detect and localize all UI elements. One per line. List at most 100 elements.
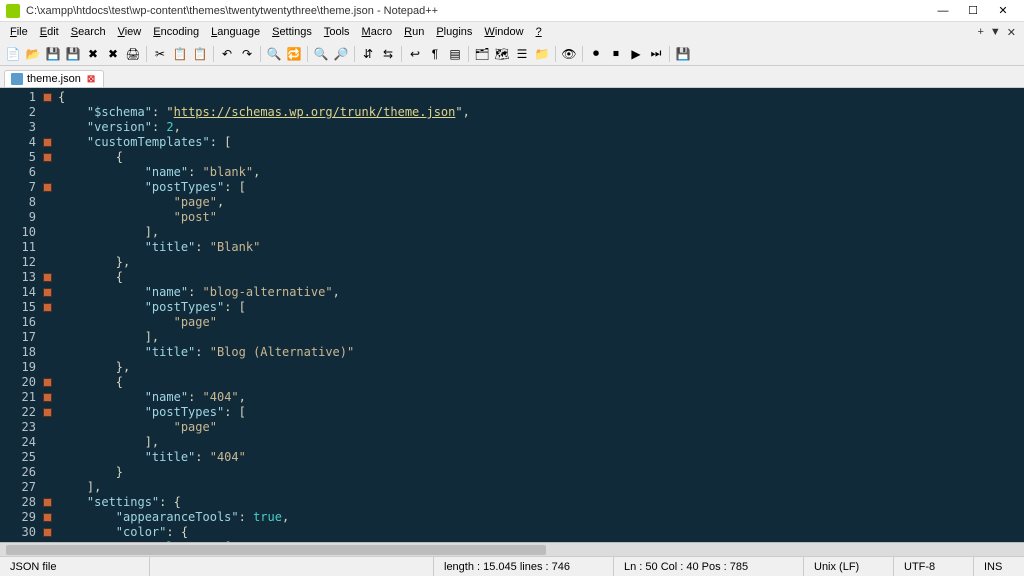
fold-marker[interactable] [40,195,54,210]
fold-marker[interactable] [40,375,54,390]
toolbar-monitor-icon[interactable]: 👁 [560,45,578,63]
code-line[interactable]: "name": "404", [58,390,1024,405]
close-button[interactable]: ✕ [988,1,1018,21]
code-line[interactable]: ], [58,435,1024,450]
code-line[interactable]: "postTypes": [ [58,180,1024,195]
fold-marker[interactable] [40,450,54,465]
code-line[interactable]: { [58,90,1024,105]
tab-theme-json[interactable]: theme.json ⊠ [4,70,104,87]
fold-marker[interactable] [40,510,54,525]
menu-search[interactable]: Search [65,24,112,40]
menu-macro[interactable]: Macro [356,24,399,40]
code-line[interactable]: "$schema": "https://schemas.wp.org/trunk… [58,105,1024,120]
toolbar-sync-v-icon[interactable]: ⇵ [359,45,377,63]
fold-marker[interactable] [40,495,54,510]
toolbar-save-icon[interactable]: 💾 [44,45,62,63]
toolbar-macro-save-icon[interactable]: 💾 [674,45,692,63]
fold-marker[interactable] [40,150,54,165]
menu-file[interactable]: File [4,24,34,40]
code-line[interactable]: { [58,150,1024,165]
fold-marker[interactable] [40,165,54,180]
code-line[interactable]: "name": "blank", [58,165,1024,180]
extra-plus-icon[interactable]: + [977,26,983,39]
code-line[interactable]: }, [58,255,1024,270]
toolbar-doc-map-icon[interactable]: 🗺 [493,45,511,63]
code-line[interactable]: "customTemplates": [ [58,135,1024,150]
code-line[interactable]: } [58,465,1024,480]
menu-language[interactable]: Language [205,24,266,40]
fold-marker[interactable] [40,420,54,435]
fold-marker[interactable] [40,180,54,195]
fold-marker[interactable] [40,285,54,300]
menu-run[interactable]: Run [398,24,430,40]
toolbar-print-icon[interactable]: 🖨 [124,45,142,63]
menu-[interactable]: ? [530,24,548,40]
code-line[interactable]: "name": "blog-alternative", [58,285,1024,300]
fold-marker[interactable] [40,360,54,375]
code-line[interactable]: "color": { [58,525,1024,540]
code-line[interactable]: "settings": { [58,495,1024,510]
menu-edit[interactable]: Edit [34,24,65,40]
toolbar-replace-icon[interactable]: 🔁 [285,45,303,63]
toolbar-func-list-icon[interactable]: ☰ [513,45,531,63]
fold-marker[interactable] [40,120,54,135]
toolbar-folder-icon[interactable]: 📁 [533,45,551,63]
code-line[interactable]: "title": "404" [58,450,1024,465]
horizontal-scrollbar[interactable] [0,542,1024,556]
code-line[interactable]: "postTypes": [ [58,300,1024,315]
code-line[interactable]: ], [58,225,1024,240]
tab-close-icon[interactable]: ⊠ [85,74,97,85]
code-line[interactable]: "version": 2, [58,120,1024,135]
code-line[interactable]: ], [58,330,1024,345]
code-line[interactable]: ], [58,480,1024,495]
scrollbar-thumb[interactable] [6,545,546,555]
fold-marker[interactable] [40,330,54,345]
fold-marker[interactable] [40,105,54,120]
toolbar-close-icon[interactable]: ✖ [84,45,102,63]
menu-tools[interactable]: Tools [318,24,356,40]
code-line[interactable]: "page", [58,195,1024,210]
fold-marker[interactable] [40,435,54,450]
fold-marker[interactable] [40,255,54,270]
status-eol[interactable]: Unix (LF) [804,557,894,576]
toolbar-indent-guide-icon[interactable]: ▤ [446,45,464,63]
toolbar-sync-h-icon[interactable]: ⇆ [379,45,397,63]
code-line[interactable]: "title": "Blank" [58,240,1024,255]
toolbar-undo-icon[interactable]: ↶ [218,45,236,63]
code-line[interactable]: "page" [58,420,1024,435]
fold-marker[interactable] [40,315,54,330]
code-line[interactable]: "postTypes": [ [58,405,1024,420]
toolbar-play-icon[interactable]: ▶ [627,45,645,63]
toolbar-open-icon[interactable]: 📂 [24,45,42,63]
code-line[interactable]: }, [58,360,1024,375]
toolbar-zoom-out-icon[interactable]: 🔎 [332,45,350,63]
fold-marker[interactable] [40,210,54,225]
menu-plugins[interactable]: Plugins [430,24,478,40]
toolbar-zoom-in-icon[interactable]: 🔍 [312,45,330,63]
minimize-button[interactable]: ― [928,1,958,21]
status-insert-mode[interactable]: INS [974,557,1024,576]
fold-marker[interactable] [40,345,54,360]
fold-marker[interactable] [40,270,54,285]
toolbar-new-icon[interactable]: 📄 [4,45,22,63]
toolbar-find-icon[interactable]: 🔍 [265,45,283,63]
fold-marker[interactable] [40,390,54,405]
fold-marker[interactable] [40,465,54,480]
toolbar-wrap-icon[interactable]: ↩ [406,45,424,63]
toolbar-play-multi-icon[interactable]: ⏭ [647,45,665,63]
extra-down-icon[interactable]: ▼ [990,26,1001,39]
maximize-button[interactable]: ☐ [958,1,988,21]
code-line[interactable]: "appearanceTools": true, [58,510,1024,525]
toolbar-save-all-icon[interactable]: 💾 [64,45,82,63]
fold-marker[interactable] [40,225,54,240]
code-line[interactable]: { [58,270,1024,285]
fold-marker[interactable] [40,405,54,420]
fold-marker[interactable] [40,480,54,495]
toolbar-all-chars-icon[interactable]: ¶ [426,45,444,63]
menu-settings[interactable]: Settings [266,24,318,40]
menu-encoding[interactable]: Encoding [147,24,205,40]
toolbar-paste-icon[interactable]: 📋 [191,45,209,63]
code-line[interactable]: "page" [58,315,1024,330]
code-area[interactable]: { "$schema": "https://schemas.wp.org/tru… [54,88,1024,542]
code-line[interactable]: "post" [58,210,1024,225]
